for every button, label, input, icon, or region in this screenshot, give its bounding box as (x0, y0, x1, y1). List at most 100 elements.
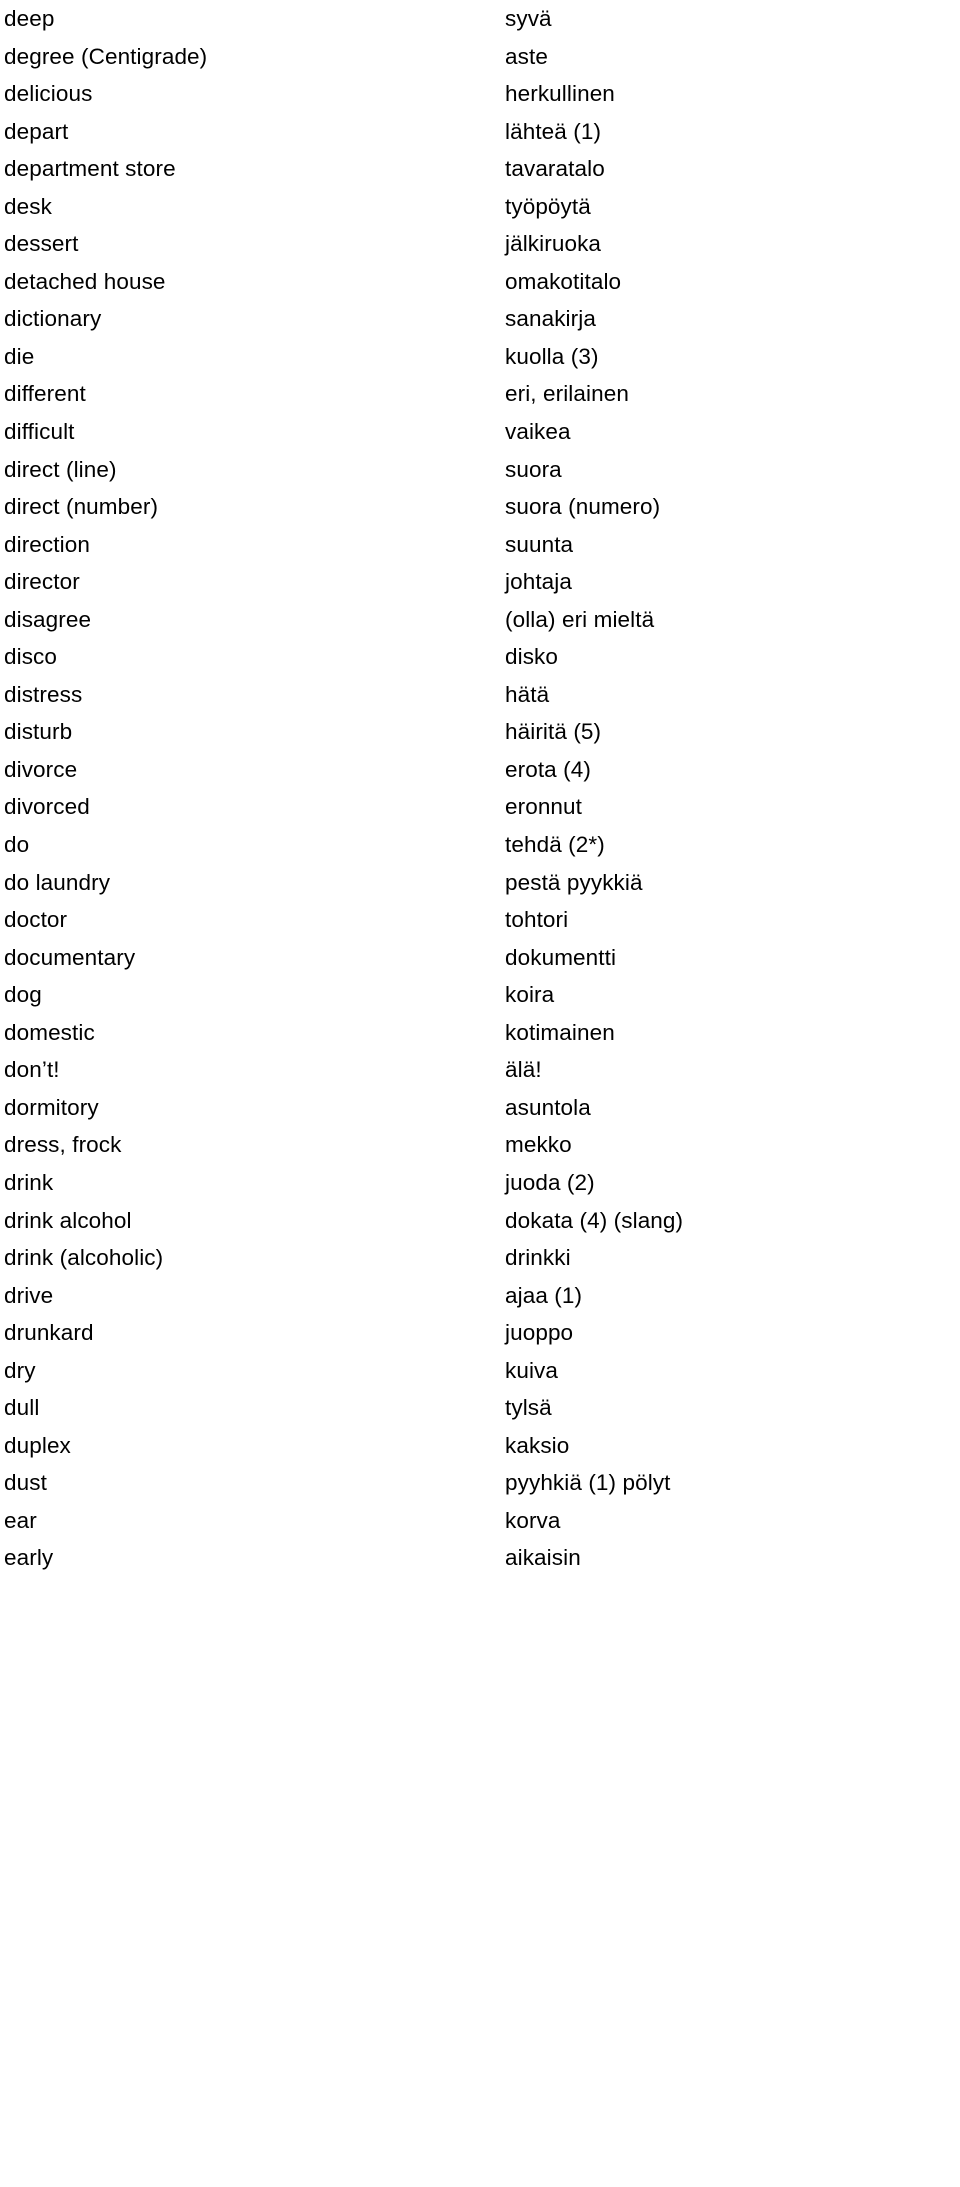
glossary-row: degree (Centigrade) aste (0, 38, 960, 76)
term-text: early (4, 1545, 54, 1571)
gloss-text: tohtori (505, 907, 569, 933)
glossary-row: dog koira (0, 976, 960, 1014)
glossary-row: department store tavaratalo (0, 150, 960, 188)
gloss-text: sanakirja (505, 306, 596, 332)
term-text: duplex (4, 1432, 71, 1458)
glossary-row: different eri, erilainen (0, 375, 960, 413)
gloss-text: (olla) eri mieltä (505, 606, 655, 632)
glossary-row: detached house omakotitalo (0, 263, 960, 301)
gloss-text: vaikea (505, 419, 571, 445)
glossary-row: divorce erota (4) (0, 751, 960, 789)
gloss-text: korva (505, 1507, 561, 1533)
term-text: don’t! (4, 1057, 60, 1083)
glossary-row: direction suunta (0, 526, 960, 564)
gloss-text: suora (numero) (505, 494, 661, 520)
glossary-row: drive ajaa (1) (0, 1277, 960, 1315)
term-text: documentary (4, 944, 136, 970)
term-text: disco (4, 644, 58, 670)
gloss-text: juoda (2) (505, 1169, 595, 1195)
glossary-row: deep syvä (0, 0, 960, 38)
glossary-row: early aikaisin (0, 1539, 960, 1577)
gloss-text: kaksio (505, 1432, 570, 1458)
term-text: dormitory (4, 1094, 99, 1120)
gloss-text: työpöytä (505, 193, 591, 219)
term-text: die (4, 343, 35, 369)
gloss-text: drinkki (505, 1245, 571, 1271)
gloss-text: älä! (505, 1057, 542, 1083)
glossary-row: disagree (olla) eri mieltä (0, 601, 960, 639)
gloss-text: tylsä (505, 1395, 552, 1421)
term-text: disagree (4, 606, 92, 632)
term-text: degree (Centigrade) (4, 43, 208, 69)
term-text: dictionary (4, 306, 102, 332)
term-text: domestic (4, 1019, 95, 1045)
gloss-text: häiritä (5) (505, 719, 602, 745)
gloss-text: eronnut (505, 794, 583, 820)
glossary-row: dictionary sanakirja (0, 300, 960, 338)
term-text: drink alcohol (4, 1207, 132, 1233)
gloss-text: dokata (4) (slang) (505, 1207, 684, 1233)
gloss-text: aikaisin (505, 1545, 581, 1571)
term-text: dust (4, 1470, 47, 1496)
glossary-row: duplex kaksio (0, 1427, 960, 1465)
glossary-row: drink (alcoholic) drinkki (0, 1239, 960, 1277)
term-text: do (4, 832, 30, 858)
gloss-text: mekko (505, 1132, 572, 1158)
term-text: dry (4, 1357, 36, 1383)
gloss-text: syvä (505, 6, 552, 31)
term-text: drunkard (4, 1320, 94, 1346)
gloss-text: suora (505, 456, 562, 482)
glossary-row: director johtaja (0, 563, 960, 601)
glossary-row: don’t! älä! (0, 1051, 960, 1089)
glossary-row: die kuolla (3) (0, 338, 960, 376)
gloss-text: kuolla (3) (505, 343, 599, 369)
glossary-row: direct (number) suora (numero) (0, 488, 960, 526)
gloss-text: johtaja (505, 569, 573, 595)
term-text: drink (4, 1169, 54, 1195)
gloss-text: lähteä (1) (505, 118, 602, 144)
glossary-row: do laundry pestä pyykkiä (0, 864, 960, 902)
term-text: deep (4, 6, 55, 31)
term-text: difficult (4, 419, 75, 445)
term-text: do laundry (4, 869, 111, 895)
gloss-text: hätä (505, 681, 550, 707)
glossary-row: drink juoda (2) (0, 1164, 960, 1202)
term-text: detached house (4, 268, 166, 294)
gloss-text: omakotitalo (505, 268, 622, 294)
term-text: disturb (4, 719, 73, 745)
glossary-row: delicious herkullinen (0, 75, 960, 113)
glossary-row: drunkard juoppo (0, 1314, 960, 1352)
term-text: direction (4, 531, 90, 557)
glossary-row: dress, frock mekko (0, 1126, 960, 1164)
glossary-row: disco disko (0, 638, 960, 676)
term-text: divorce (4, 756, 78, 782)
glossary-row: dormitory asuntola (0, 1089, 960, 1127)
glossary-row: documentary dokumentti (0, 939, 960, 977)
gloss-text: pestä pyykkiä (505, 869, 643, 895)
glossary-row: domestic kotimainen (0, 1014, 960, 1052)
gloss-text: disko (505, 644, 559, 670)
term-text: department store (4, 156, 176, 182)
glossary-row: difficult vaikea (0, 413, 960, 451)
gloss-text: kuiva (505, 1357, 559, 1383)
glossary-row: dust pyyhkiä (1) pölyt (0, 1464, 960, 1502)
gloss-text: pyyhkiä (1) pölyt (505, 1470, 671, 1496)
gloss-text: tehdä (2*) (505, 832, 605, 858)
glossary-row: dessert jälkiruoka (0, 225, 960, 263)
term-text: dull (4, 1395, 40, 1421)
glossary-row: drink alcohol dokata (4) (slang) (0, 1202, 960, 1240)
gloss-text: jälkiruoka (505, 231, 602, 257)
glossary-list: deep syvä degree (Centigrade) aste delicious… (0, 0, 960, 2187)
glossary-row: direct (line) suora (0, 451, 960, 489)
gloss-text: tavaratalo (505, 156, 605, 182)
term-text: doctor (4, 907, 68, 933)
glossary-row: desk työpöytä (0, 188, 960, 226)
glossary-row: doctor tohtori (0, 901, 960, 939)
term-text: director (4, 569, 80, 595)
gloss-text: asuntola (505, 1094, 591, 1120)
gloss-text: erota (4) (505, 756, 591, 782)
term-text: different (4, 381, 86, 407)
glossary-row: depart lähteä (1) (0, 113, 960, 151)
gloss-text: suunta (505, 531, 574, 557)
gloss-text: herkullinen (505, 81, 615, 107)
